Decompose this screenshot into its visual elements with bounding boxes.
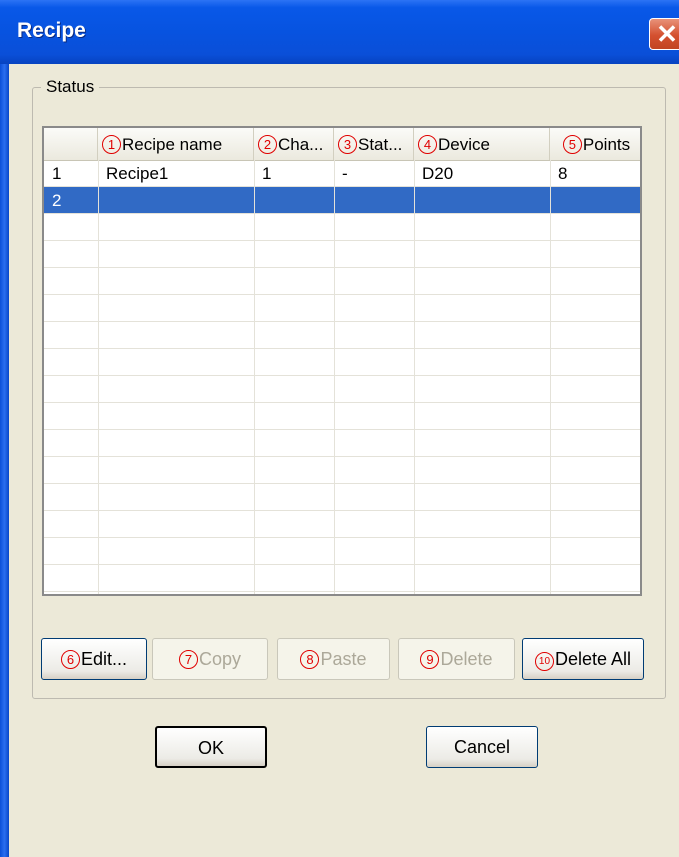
row-device [414, 187, 422, 214]
column-label: Stat... [358, 135, 403, 154]
cancel-button[interactable]: Cancel [426, 726, 538, 768]
column-header-channel[interactable]: 2 Cha... [254, 128, 334, 160]
close-icon: ✕ [656, 19, 678, 49]
row-status [334, 187, 342, 214]
edit-button[interactable]: 6 Edit... [41, 638, 147, 680]
copy-button-label: Copy [198, 649, 242, 669]
column-header-recipe-name[interactable]: 1 Recipe name [98, 128, 254, 160]
column-header-status[interactable]: 3 Stat... [334, 128, 414, 160]
marker-4: 4 [418, 135, 437, 154]
column-label: Cha... [278, 135, 324, 154]
column-label: Points [582, 135, 631, 154]
table-row[interactable] [44, 403, 640, 430]
marker-5: 5 [562, 135, 582, 154]
table-row[interactable] [44, 484, 640, 511]
paste-button[interactable]: 8 Paste [277, 638, 390, 680]
table-row[interactable] [44, 376, 640, 403]
row-index: 2 [52, 191, 62, 210]
column-divider [98, 160, 99, 594]
recipe-list[interactable]: 1 Recipe name 2 Cha... 3 Stat... 4 Device 5P… [42, 126, 642, 596]
delete-all-button[interactable]: 10 Delete All [522, 638, 644, 680]
marker-6: 6 [60, 650, 80, 669]
table-row[interactable] [44, 565, 640, 592]
column-divider [334, 160, 335, 594]
paste-button-label: Paste [320, 649, 367, 669]
marker-9: 9 [420, 650, 440, 669]
marker-8: 8 [300, 650, 320, 669]
row-status: - [342, 164, 348, 183]
column-header-points[interactable]: 5 Points [550, 128, 640, 160]
delete-all-button-label: Delete All [554, 649, 632, 669]
row-recipe-name [98, 187, 106, 214]
title-bar: Recipe ✕ [0, 0, 679, 64]
table-row[interactable] [44, 322, 640, 349]
table-row[interactable]: 1 Recipe1 1 - D20 8 [44, 160, 640, 187]
row-device: D20 [422, 164, 454, 183]
table-row[interactable] [44, 241, 640, 268]
copy-button[interactable]: 7 Copy [152, 638, 268, 680]
marker-3: 3 [338, 135, 357, 154]
row-channel [254, 187, 262, 214]
marker-2: 2 [258, 135, 277, 154]
column-divider [414, 160, 415, 594]
edit-button-label: Edit... [80, 649, 128, 669]
row-points: 8 [558, 164, 568, 183]
window-title: Recipe [17, 19, 86, 42]
table-row[interactable] [44, 511, 640, 538]
column-label: Recipe name [122, 135, 223, 154]
table-row[interactable] [44, 349, 640, 376]
delete-button[interactable]: 9 Delete [398, 638, 515, 680]
column-label: Device [438, 135, 490, 154]
window-border [0, 64, 9, 857]
table-row[interactable] [44, 268, 640, 295]
table-row[interactable] [44, 430, 640, 457]
marker-7: 7 [178, 650, 198, 669]
row-index: 1 [52, 164, 62, 183]
list-header: 1 Recipe name 2 Cha... 3 Stat... 4 Device 5P… [44, 128, 640, 161]
ok-button[interactable]: OK [155, 726, 267, 768]
delete-button-label: Delete [440, 649, 493, 669]
recipe-dialog: Recipe ✕ Status 1 Recipe name 2 Cha... 3 St… [0, 0, 679, 857]
table-row[interactable] [44, 457, 640, 484]
group-label: Status [41, 77, 100, 97]
row-recipe-name: Recipe1 [106, 164, 169, 183]
marker-1: 1 [102, 135, 121, 154]
column-header-device[interactable]: 4 Device [414, 128, 550, 160]
table-row[interactable] [44, 214, 640, 241]
table-row[interactable] [44, 295, 640, 322]
table-row[interactable] [44, 538, 640, 565]
marker-10: 10 [534, 652, 554, 671]
close-button[interactable]: ✕ [649, 18, 679, 50]
column-divider [550, 160, 551, 594]
row-points [550, 187, 558, 214]
column-header-index[interactable] [44, 128, 98, 160]
column-divider [254, 160, 255, 594]
row-channel: 1 [262, 164, 272, 183]
table-row-selected[interactable]: 2 [44, 187, 640, 214]
